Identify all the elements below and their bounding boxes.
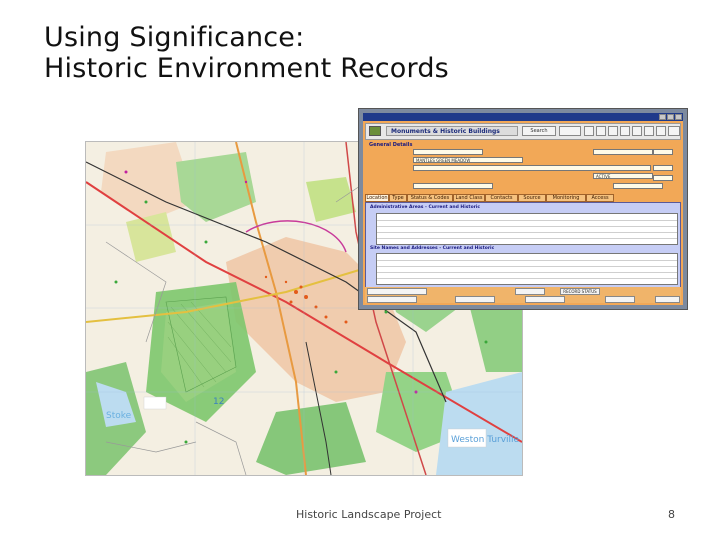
hdb-footer: RECORD STATUS: [365, 287, 681, 303]
footer-button-4[interactable]: [605, 296, 635, 303]
hdb-window-body: Monuments & Historic Buildings Search Ge…: [363, 113, 683, 305]
toolbar-icon-2[interactable]: [596, 126, 606, 136]
footer-button-1[interactable]: [367, 296, 417, 303]
admin-areas-grid[interactable]: [376, 213, 678, 245]
footer-field-1[interactable]: [367, 288, 427, 295]
tab-access[interactable]: Access: [586, 194, 614, 202]
footer-field-2[interactable]: [515, 288, 545, 295]
hdb-banner: Monuments & Historic Buildings Search: [365, 123, 681, 140]
record-status-button[interactable]: RECORD STATUS: [560, 288, 600, 295]
site-names-grid[interactable]: [376, 253, 678, 285]
slide-title-line-2: Historic Environment Records: [44, 53, 449, 84]
notes-icon[interactable]: [653, 165, 673, 171]
toolbar-icon-8[interactable]: [668, 126, 680, 136]
hdb-titlebar: [363, 113, 683, 121]
section-general-details: General Details: [369, 142, 413, 148]
tab-land-class[interactable]: Land Class: [453, 194, 485, 202]
hdb-logo-icon: [369, 126, 381, 136]
tab-type[interactable]: Type: [389, 194, 407, 202]
map-label-weston-turville: Weston Turville: [451, 435, 520, 445]
slide-title-line-1: Using Significance:: [44, 22, 305, 53]
summary-field[interactable]: [413, 165, 651, 171]
grid-ref-field[interactable]: [613, 183, 663, 189]
slide-title: Using Significance: Historic Environment…: [44, 22, 449, 84]
tab-status-codes[interactable]: Status & Codes: [407, 194, 453, 202]
record-name-field[interactable]: MANTLES GREEN MEADOW: [413, 157, 523, 163]
main-type-field[interactable]: [413, 183, 493, 189]
hdb-record-window: Monuments & Historic Buildings Search Ge…: [358, 108, 688, 310]
close-button[interactable]: [675, 114, 682, 120]
parish-field[interactable]: [593, 149, 653, 155]
print-icon[interactable]: [653, 149, 673, 155]
page-number: 8: [668, 508, 675, 521]
hdb-banner-title: Monuments & Historic Buildings: [386, 126, 518, 136]
toolbar-icon-1[interactable]: [584, 126, 594, 136]
slide-footer: Historic Landscape Project: [296, 508, 442, 521]
tab-monitoring[interactable]: Monitoring: [546, 194, 586, 202]
maximize-button[interactable]: [667, 114, 674, 120]
map-label-grid-number: 12: [213, 397, 224, 407]
search-button[interactable]: Search: [522, 126, 556, 136]
footer-button-2[interactable]: [455, 296, 495, 303]
toolbar-icon-6[interactable]: [644, 126, 654, 136]
footer-button-5[interactable]: [655, 296, 680, 303]
minimize-button[interactable]: [659, 114, 666, 120]
location-panel: Administrative Areas - Current and Histo…: [365, 202, 681, 290]
toolbar-icon-7[interactable]: [656, 126, 666, 136]
toolbar-icon-4[interactable]: [620, 126, 630, 136]
toolbar-icon-3[interactable]: [608, 126, 618, 136]
record-number-field[interactable]: [413, 149, 483, 155]
section-admin-areas: Administrative Areas - Current and Histo…: [370, 205, 481, 210]
tab-location[interactable]: Location: [365, 194, 389, 202]
hdb-tabs: Location Type Status & Codes Land Class …: [365, 194, 681, 202]
tab-contacts[interactable]: Contacts: [485, 194, 518, 202]
section-site-names: Site Names and Addresses - Current and H…: [370, 246, 495, 251]
status-field[interactable]: ACTIVE: [593, 173, 653, 179]
footer-button-3[interactable]: [525, 296, 565, 303]
map-icon[interactable]: [653, 175, 673, 181]
map-label-stoke: Stoke: [106, 411, 132, 421]
toolbar-icon-5[interactable]: [632, 126, 642, 136]
tab-source[interactable]: Source: [518, 194, 546, 202]
filter-button[interactable]: [559, 126, 581, 136]
